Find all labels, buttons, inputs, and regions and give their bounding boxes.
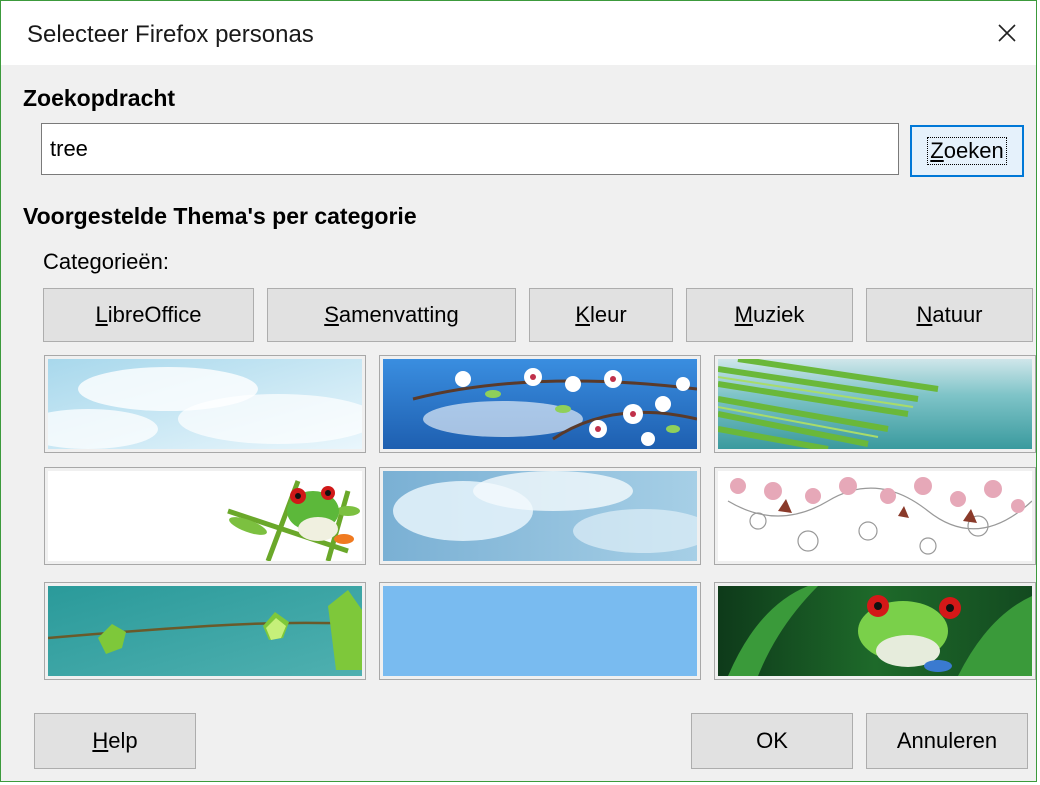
dialog-title: Selecteer Firefox personas (27, 21, 314, 48)
title-bar: Selecteer Firefox personas (1, 1, 1036, 65)
suggested-themes-heading: Voorgestelde Thema's per categorie (23, 203, 417, 229)
category-kleur-button[interactable]: Kleur (529, 288, 673, 342)
cancel-button[interactable]: Annuleren (866, 713, 1028, 769)
theme-thumbnail-sky-clouds[interactable] (44, 355, 366, 453)
blue-clouds-image (383, 471, 697, 561)
green-vine-leaves-image (48, 586, 362, 676)
category-muziek-button[interactable]: Muziek (686, 288, 853, 342)
category-natuur-button[interactable]: Natuur (866, 288, 1033, 342)
category-samenvatting-button[interactable]: Samenvatting (267, 288, 516, 342)
close-button[interactable] (978, 1, 1036, 65)
palm-leaf-sea-image (718, 359, 1032, 449)
help-button[interactable]: Help (34, 713, 196, 769)
pink-blossom-swirl-image (718, 471, 1032, 561)
categories-label: Categorieën: (43, 249, 169, 274)
theme-thumbnail-palm-leaf-sea[interactable] (714, 355, 1036, 453)
plain-light-blue-image (383, 586, 697, 676)
search-heading: Zoekopdracht (23, 85, 176, 111)
dialog-window: Selecteer Firefox personas Zoekopdracht … (0, 0, 1037, 782)
theme-thumbnail-plain-light-blue[interactable] (379, 582, 701, 680)
theme-thumbnail-red-eyed-frog-green[interactable] (714, 582, 1036, 680)
sky-clouds-image (48, 359, 362, 449)
cherry-blossom-sky-image (383, 359, 697, 449)
theme-thumbnail-cherry-blossom-sky[interactable] (379, 355, 701, 453)
close-icon (998, 24, 1016, 42)
theme-thumbnail-green-vine-leaves[interactable] (44, 582, 366, 680)
search-button[interactable]: Zoeken (910, 125, 1024, 177)
theme-thumbnail-red-eyed-frog-white[interactable] (44, 467, 366, 565)
red-eyed-frog-green-image (718, 586, 1032, 676)
category-libreoffice-button[interactable]: LibreOffice (43, 288, 254, 342)
ok-button[interactable]: OK (691, 713, 853, 769)
red-eyed-frog-white-image (48, 471, 362, 561)
theme-thumbnail-blue-clouds[interactable] (379, 467, 701, 565)
theme-thumbnail-pink-blossom-swirl[interactable] (714, 467, 1036, 565)
search-input[interactable] (41, 123, 899, 175)
